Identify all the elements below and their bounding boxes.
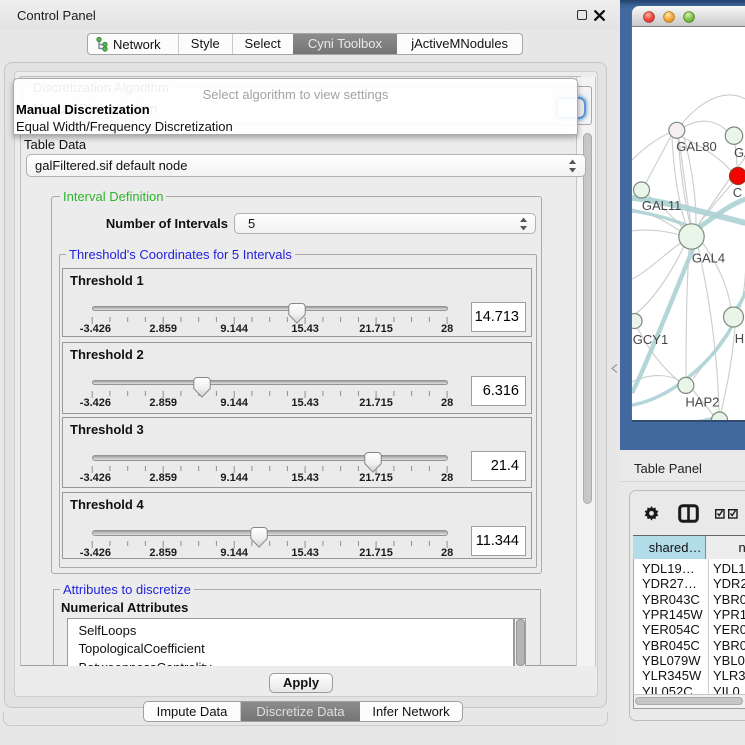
svg-text:H: H xyxy=(735,331,744,346)
svg-text:GA: GA xyxy=(734,145,745,160)
svg-text:HAP2: HAP2 xyxy=(685,395,719,410)
svg-text:GAL4: GAL4 xyxy=(692,251,725,266)
svg-text:GCY1: GCY1 xyxy=(633,332,668,347)
svg-text:GAL80: GAL80 xyxy=(676,139,716,154)
svg-text:GAL11: GAL11 xyxy=(642,198,682,213)
svg-text:C: C xyxy=(733,185,742,200)
